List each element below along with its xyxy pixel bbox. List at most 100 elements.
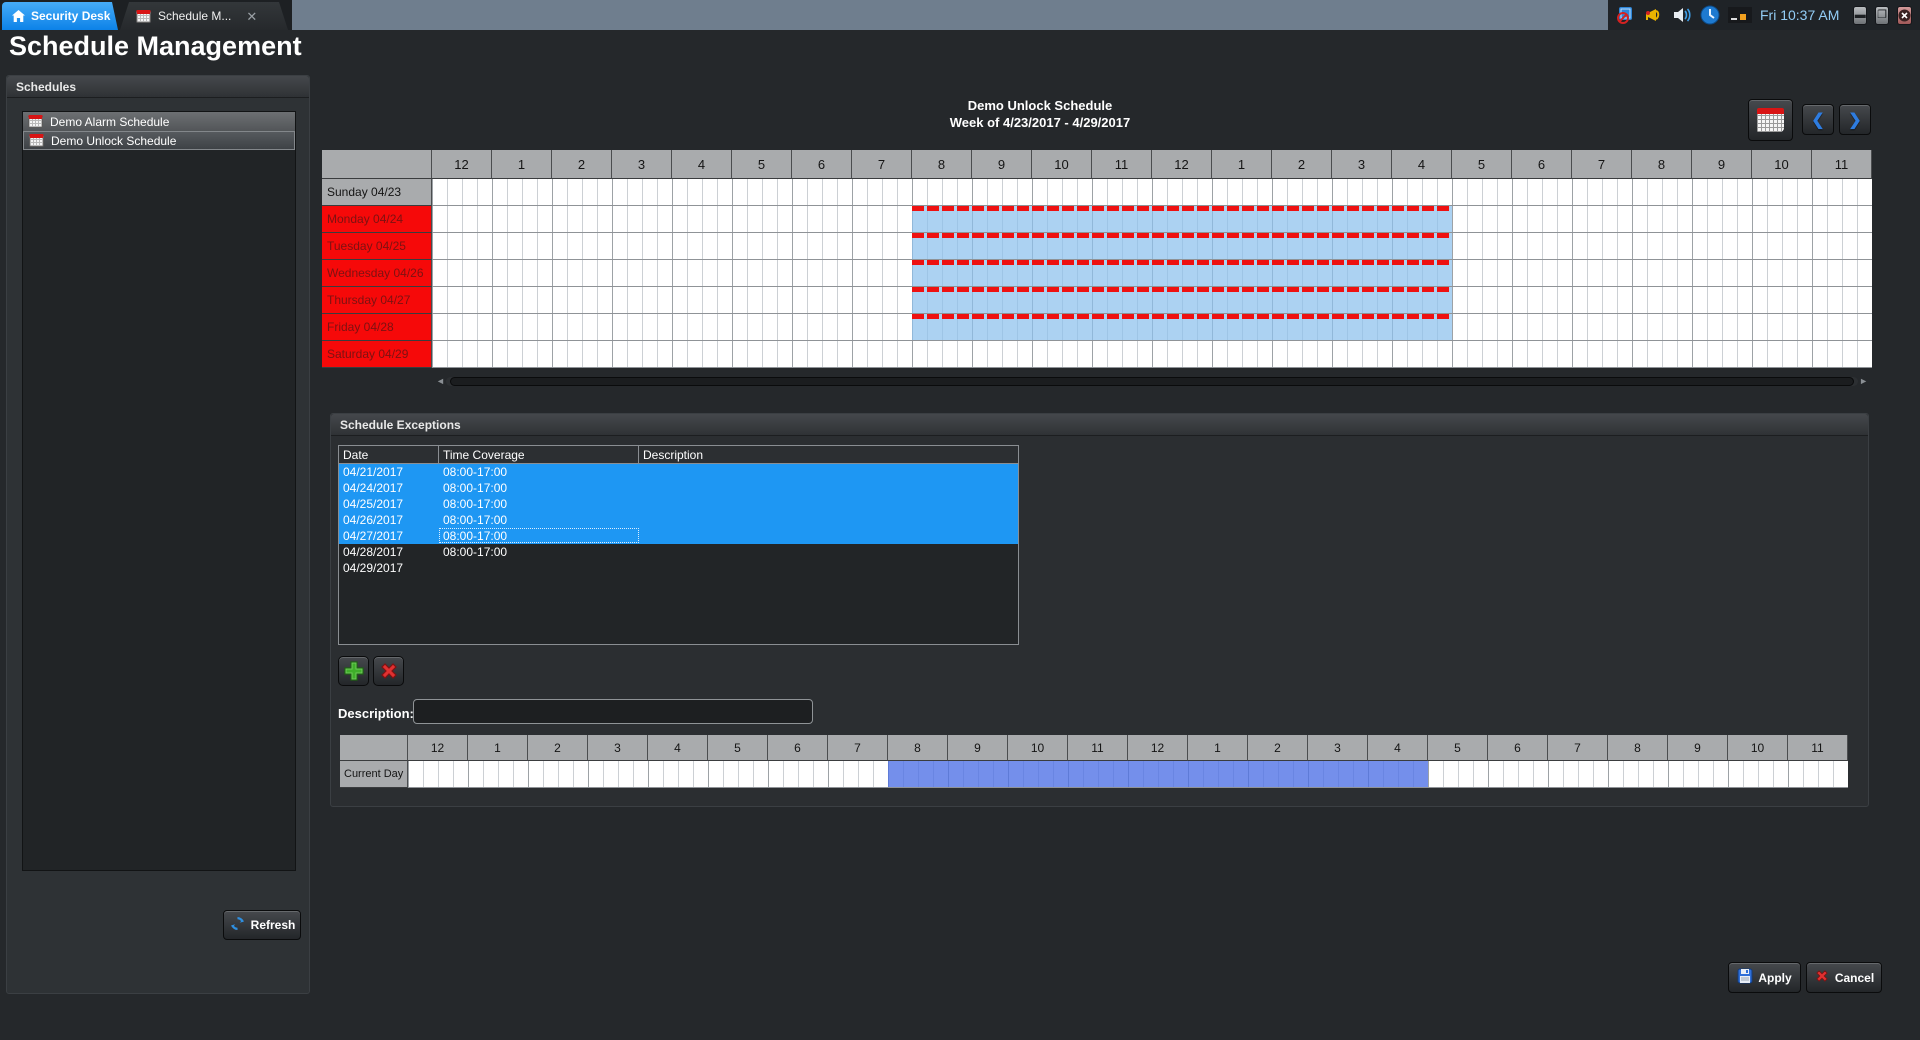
hour-header-cell: 9 [1692,150,1752,179]
hour-header-cell: 8 [912,150,972,179]
column-header-time-coverage[interactable]: Time Coverage [439,446,639,463]
tab-schedule-management[interactable]: Schedule M... ✕ [120,2,288,30]
minimize-button[interactable]: ▬ [1853,5,1868,25]
apply-button[interactable]: Apply [1728,962,1801,993]
hour-header-cell: 2 [528,735,588,761]
day-timeline[interactable] [432,314,1872,341]
exception-row[interactable]: 04/24/2017 08:00-17:00 [339,480,1018,496]
restore-button[interactable]: ❐ [1875,5,1889,25]
day-timeline[interactable] [432,260,1872,287]
schedule-list-item[interactable]: Demo Alarm Schedule [23,112,295,131]
alarm-horn-icon[interactable] [1644,5,1664,25]
column-header-date[interactable]: Date [339,446,439,463]
exceptions-rows: 04/21/2017 08:00-17:00 04/24/2017 08:00-17:… [339,464,1018,576]
exception-description [639,528,1018,544]
current-day-corner-cell [340,735,408,761]
grid-corner-cell [322,150,432,179]
hour-header-cell: 6 [768,735,828,761]
exception-description [639,496,1018,512]
current-day-row: Current Day [340,761,1848,788]
pick-date-button[interactable] [1748,99,1793,141]
exception-row[interactable]: 04/28/2017 08:00-17:00 [339,544,1018,560]
exception-date: 04/24/2017 [343,481,404,495]
hour-header-cell: 10 [1008,735,1068,761]
close-tab-icon[interactable]: ✕ [246,10,257,23]
column-header-description[interactable]: Description [639,446,1018,463]
exception-row[interactable]: 04/21/2017 08:00-17:00 [339,464,1018,480]
hour-header-cell: 3 [1308,735,1368,761]
day-timeline[interactable] [432,233,1872,260]
day-rows: Sunday 04/23 Monday 04/24 Tuesday 04/25 Wed… [322,179,1872,368]
day-label: Tuesday 04/25 [322,233,432,260]
day-label: Monday 04/24 [322,206,432,233]
input-indicator-icon[interactable] [1728,5,1752,25]
hour-header-cell: 12 [1128,735,1188,761]
hour-header-cell: 5 [1428,735,1488,761]
scroll-right-icon[interactable]: ► [1858,376,1868,386]
hour-header-cell: 6 [1488,735,1548,761]
current-day-grid: 12 1 2 3 4 5 6 7 8 9 10 11 12 1 2 3 4 5 6 7 8 9 10 11 Current D… [340,735,1848,788]
current-day-coverage-block [888,761,1428,787]
hour-header-cell: 2 [1248,735,1308,761]
calendar-icon [28,115,43,128]
hour-header-cell: 7 [1548,735,1608,761]
speaker-volume-icon[interactable] [1672,5,1692,25]
exception-row[interactable]: 04/27/2017 08:00-17:00 [339,528,1018,544]
hour-header-cell: 5 [1452,150,1512,179]
schedule-list-item[interactable]: Demo Unlock Schedule [23,131,295,150]
exception-time-coverage: 08:00-17:00 [443,513,508,527]
exception-row[interactable]: 04/26/2017 08:00-17:00 [339,512,1018,528]
exception-date: 04/29/2017 [343,561,404,575]
description-input[interactable] [413,699,813,724]
hour-header-cell: 3 [588,735,648,761]
hour-header-cell: 1 [1212,150,1272,179]
exception-description [639,560,1018,576]
next-week-button[interactable]: ❯ [1839,104,1871,135]
hour-header-cell: 4 [648,735,708,761]
hour-header-cell: 4 [1368,735,1428,761]
current-day-label: Current Day [340,761,408,788]
current-day-timeline[interactable] [408,761,1848,788]
exception-date: 04/28/2017 [343,545,404,559]
exception-row[interactable]: 04/29/2017 [339,560,1018,576]
save-icon [1737,968,1753,987]
refresh-button-label: Refresh [250,918,296,932]
scrollbar-thumb[interactable] [450,376,1854,386]
exception-row[interactable]: 04/25/2017 08:00-17:00 [339,496,1018,512]
previous-week-button[interactable]: ❮ [1802,104,1834,135]
day-label: Sunday 04/23 [322,179,432,206]
day-label: Wednesday 04/26 [322,260,432,287]
exception-time-coverage [439,560,639,576]
tab-schedule-management-label: Schedule M... [158,9,232,23]
hour-header-cell: 12 [1152,150,1212,179]
hour-header-cell: 2 [1272,150,1332,179]
add-exception-button[interactable] [338,656,369,686]
hour-header-cell: 9 [1668,735,1728,761]
hour-header-cell: 10 [1728,735,1788,761]
globe-clock-icon[interactable] [1700,5,1720,25]
delete-exception-button[interactable] [373,656,404,686]
day-label: Friday 04/28 [322,314,432,341]
day-timeline[interactable] [432,341,1872,368]
exception-time-coverage: 08:00-17:00 [443,465,508,479]
focused-cell-outline [439,528,639,543]
scroll-left-icon[interactable]: ◄ [436,376,446,386]
scrollbar-track[interactable] [446,376,1858,386]
refresh-button[interactable]: Refresh [223,910,301,940]
schedules-panel-header: Schedules [7,76,309,98]
hour-header-cell: 8 [1608,735,1668,761]
blocked-notifications-icon[interactable] [1616,5,1636,25]
hour-header-cell: 7 [828,735,888,761]
hour-header-cell: 7 [852,150,912,179]
tab-security-desk[interactable]: Security Desk [2,2,118,30]
cancel-button[interactable]: Cancel [1806,962,1882,993]
day-row: Saturday 04/29 [322,341,1872,368]
close-button[interactable] [1897,5,1912,25]
day-timeline[interactable] [432,179,1872,206]
plus-icon [343,661,364,681]
schedule-list-item-label: Demo Unlock Schedule [51,133,177,148]
day-timeline[interactable] [432,287,1872,314]
current-day-hour-header-row: 12 1 2 3 4 5 6 7 8 9 10 11 12 1 2 3 4 5 6 7 8 9 10 11 [340,735,1848,761]
day-timeline[interactable] [432,206,1872,233]
week-grid-scrollbar: ◄ ► [436,375,1868,387]
